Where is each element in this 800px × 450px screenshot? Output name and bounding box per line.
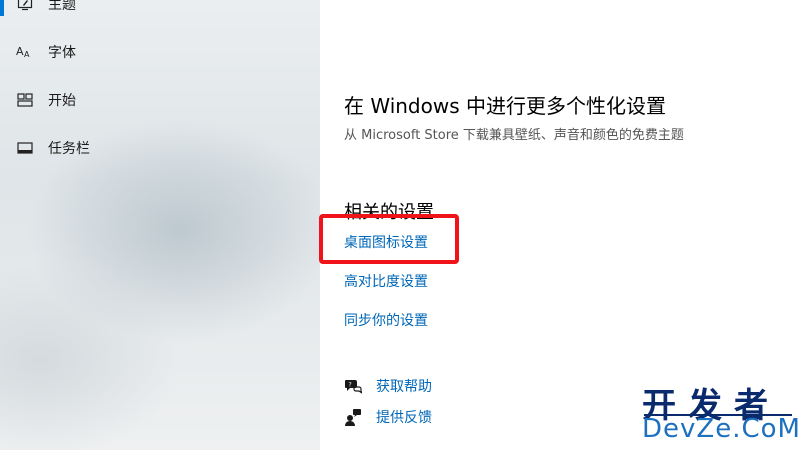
sidebar-item-start[interactable]: 开始 [0,80,320,120]
svg-text:?: ? [349,382,352,389]
feedback-link[interactable]: 提供反馈 [344,407,432,427]
font-icon: A A [16,43,34,61]
sidebar-item-label: 任务栏 [48,141,90,157]
sync-settings-link[interactable]: 同步你的设置 [344,310,428,330]
high-contrast-settings-link[interactable]: 高对比度设置 [344,271,428,291]
sidebar-item-font[interactable]: A A 字体 [0,32,320,72]
sidebar-item-taskbar[interactable]: 任务栏 [0,128,320,168]
svg-text:A: A [16,45,24,58]
feedback-person-icon [344,408,362,426]
sidebar-item-label: 主题 [48,0,76,13]
watermark-domain: DevZe.CoM [642,414,800,444]
section-subtitle: 从 Microsoft Store 下载兼具壁纸、声音和颜色的免费主题 [344,128,684,143]
section-title: 在 Windows 中进行更多个性化设置 [344,94,666,118]
desktop-icon-settings-link[interactable]: 桌面图标设置 [344,232,428,252]
start-icon [16,91,34,109]
get-help-label: 获取帮助 [376,379,432,395]
help-chat-icon: ? [344,377,362,395]
get-help-link[interactable]: ? 获取帮助 [344,376,432,396]
taskbar-icon [16,139,34,157]
sidebar: 主题 A A 字体 开始 任务栏 [0,0,320,450]
sidebar-item-label: 开始 [48,93,76,109]
feedback-label: 提供反馈 [376,410,432,426]
sidebar-item-theme[interactable]: 主题 [0,0,320,24]
svg-text:A: A [24,50,30,59]
sidebar-item-label: 字体 [48,45,76,61]
related-settings-title: 相关的设置 [344,202,434,223]
theme-icon [16,0,34,13]
